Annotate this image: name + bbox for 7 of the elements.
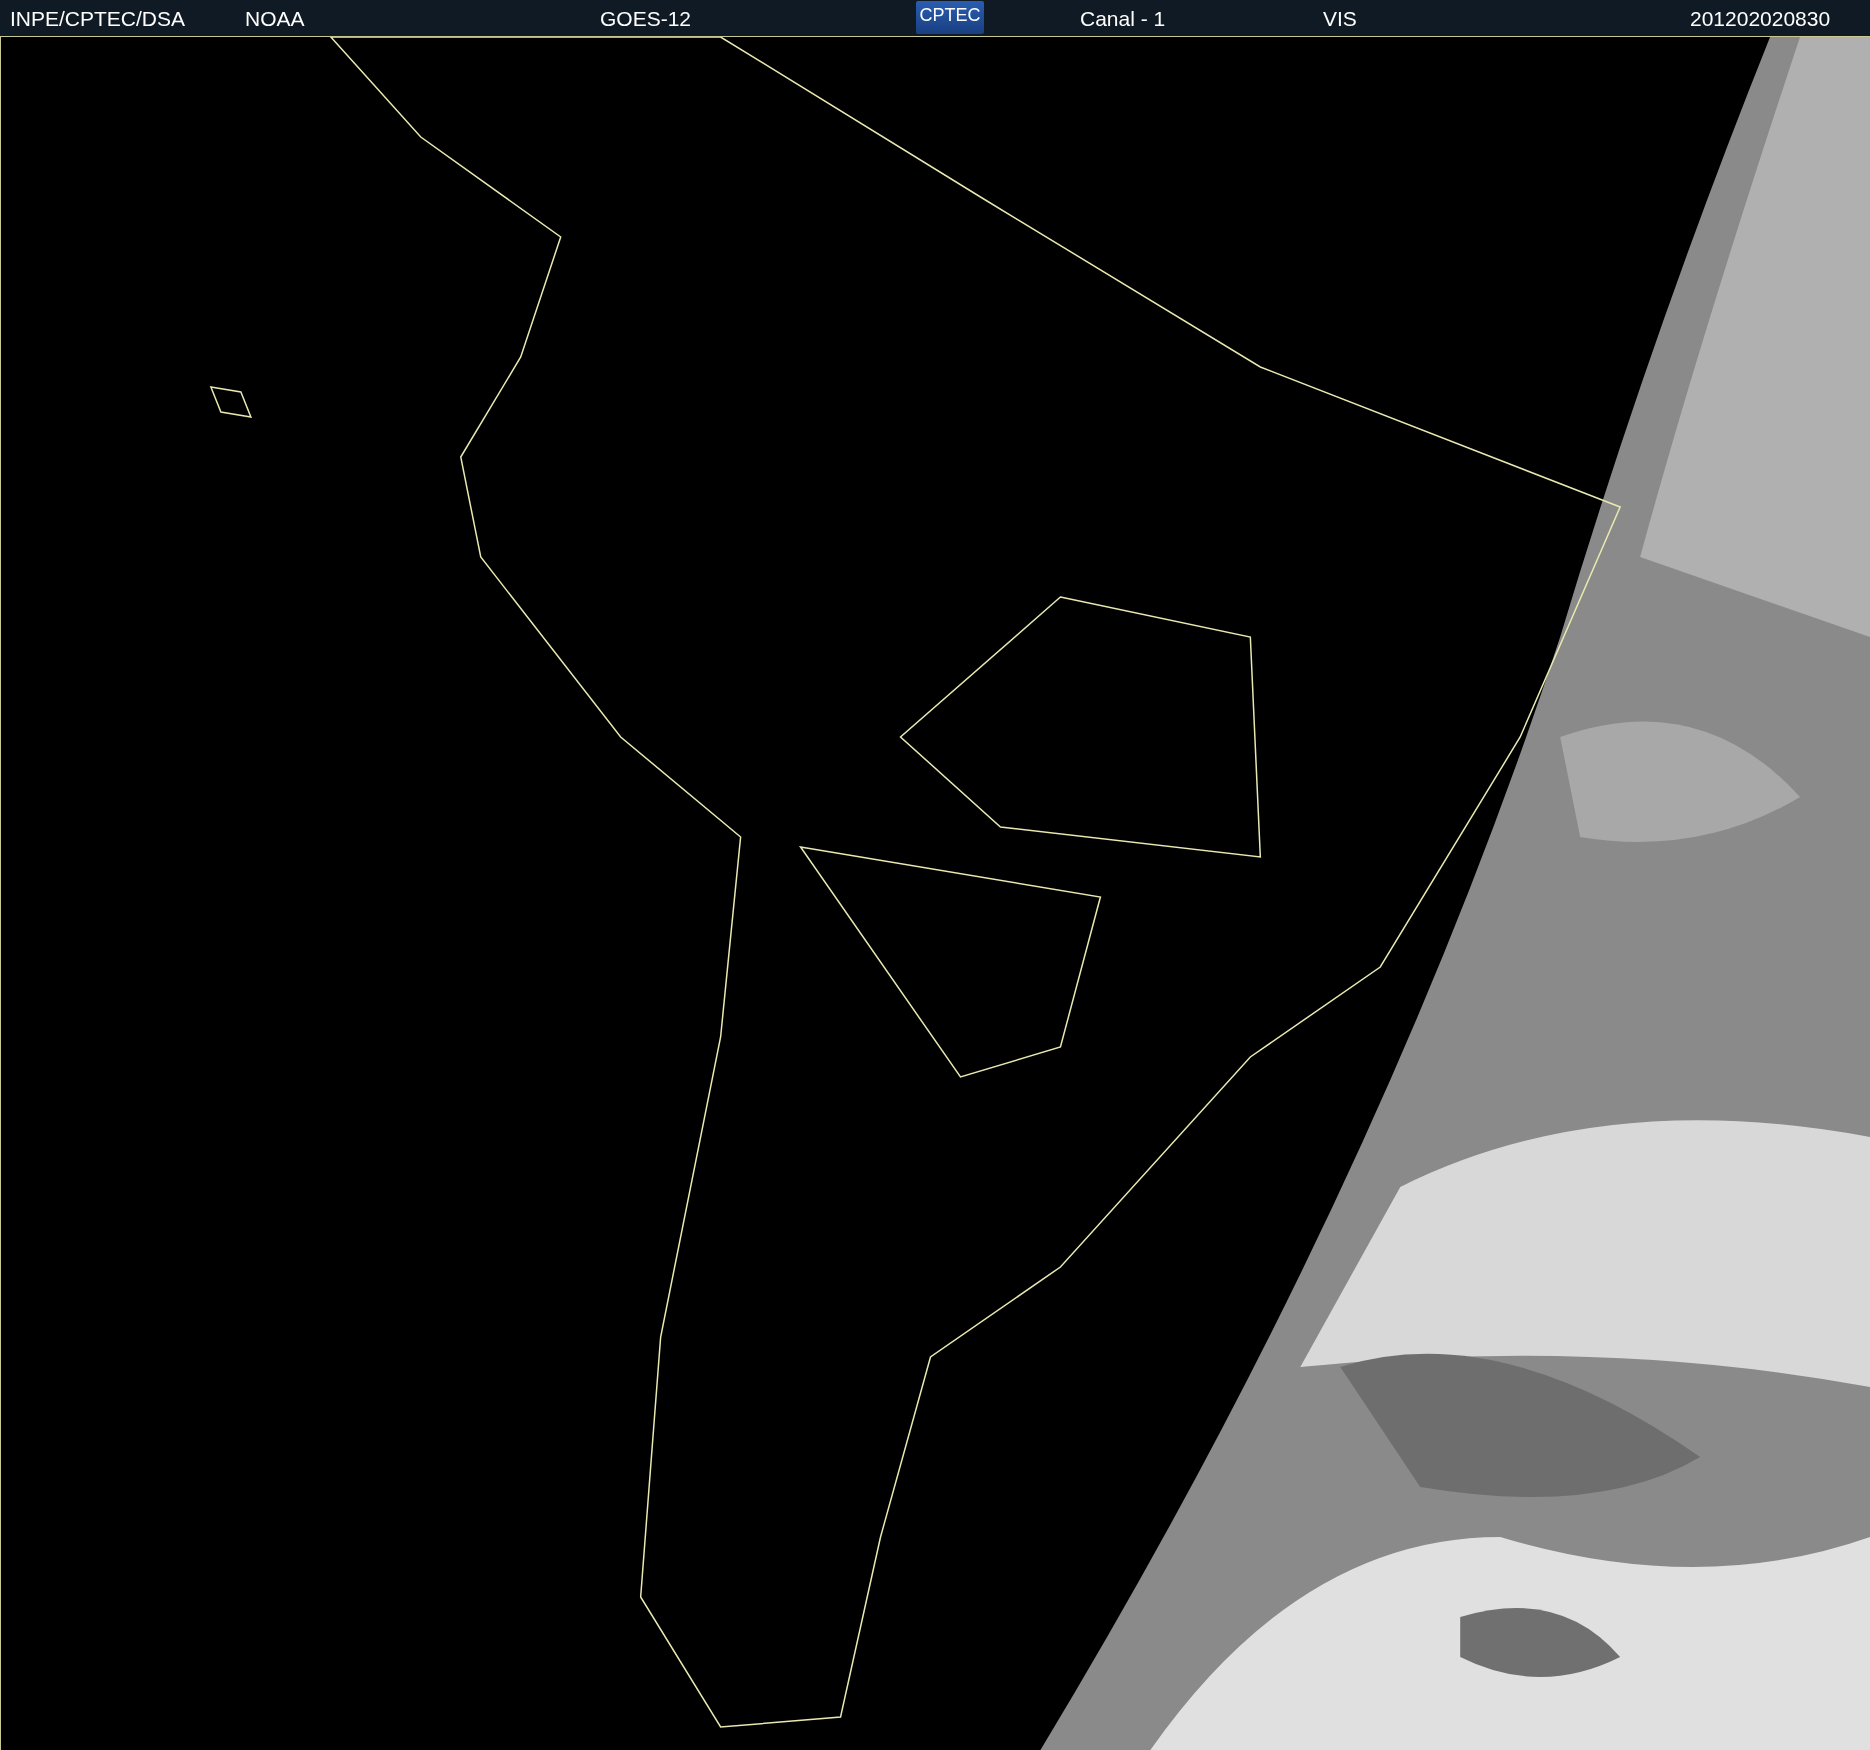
header-label: 201202020830 <box>1690 7 1831 31</box>
header-label: INPE/CPTEC/DSA <box>10 7 186 31</box>
header-label: NOAA <box>245 7 305 31</box>
header-label: GOES-12 <box>600 7 692 31</box>
logo: CPTEC <box>916 1 984 34</box>
header-label: VIS <box>1323 7 1357 31</box>
header-label: Canal - 1 <box>1080 7 1166 31</box>
